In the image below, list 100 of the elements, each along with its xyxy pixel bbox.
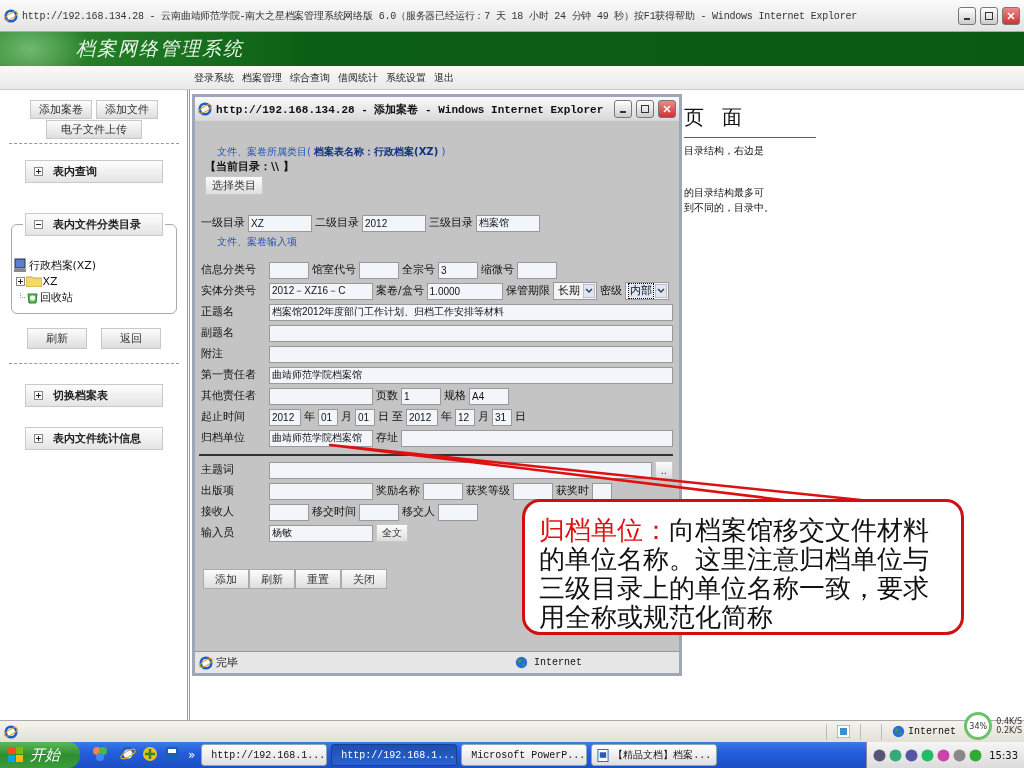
input-field[interactable]: 杨敏: [269, 524, 373, 542]
close-button[interactable]: [1002, 6, 1020, 25]
nav-link[interactable]: 综合查询: [290, 70, 330, 85]
field-label: 日: [515, 410, 526, 424]
tray-icon[interactable]: [889, 748, 903, 762]
status-text: 完毕: [216, 655, 238, 670]
form-button[interactable]: 重置: [295, 569, 341, 589]
tray-icon[interactable]: [905, 748, 919, 762]
taskbar-button[interactable]: Microsoft PowerP...: [461, 744, 588, 766]
nav-link[interactable]: 档案管理: [242, 70, 282, 85]
input-field[interactable]: 档案馆: [476, 214, 540, 232]
input-field[interactable]: 01: [355, 408, 375, 426]
form-button[interactable]: 关闭: [341, 569, 387, 589]
input-field[interactable]: [269, 503, 309, 521]
window-title: http://192.168.134.28 - 云南曲靖师范学院-南大之星档案管理系统网络版 6.0（服务器已经运行：7 天 18 小时 24 分钟 49 秒）按F1获得帮助 - Windows Internet Explorer: [22, 9, 859, 23]
tray-icon[interactable]: [937, 748, 951, 762]
close-icon: [1007, 11, 1015, 20]
tree-item[interactable]: XZ: [42, 274, 58, 288]
tree-button[interactable]: 返回: [100, 328, 161, 349]
quick-launch-icon[interactable]: [142, 746, 160, 764]
tree-item[interactable]: 回收站: [39, 289, 73, 305]
add-button[interactable]: 添加案卷: [29, 100, 92, 119]
globe-icon: [515, 656, 528, 669]
more-button[interactable]: »: [186, 748, 198, 762]
input-field[interactable]: [269, 261, 309, 279]
select-field[interactable]: 内部: [624, 282, 669, 300]
input-field[interactable]: 1.0000: [426, 282, 503, 300]
field-label: 保管期限: [505, 284, 550, 298]
input-field[interactable]: 档案馆2012年度部门工作计划、归档工作安排等材料: [269, 303, 673, 321]
field-label: 副题名: [201, 326, 235, 340]
input-field[interactable]: 2012: [269, 408, 301, 426]
input-field[interactable]: XZ: [248, 214, 312, 232]
input-field[interactable]: [513, 482, 553, 500]
input-field[interactable]: [359, 503, 399, 521]
field-label: 一级目录: [201, 216, 245, 230]
section-toggle[interactable]: 切换档案表: [24, 384, 163, 407]
field-label: 缩微号: [481, 263, 514, 277]
select-field[interactable]: 长期: [552, 282, 597, 300]
input-field[interactable]: 2012: [362, 214, 426, 232]
quick-launch-icon[interactable]: [120, 746, 138, 764]
taskbar-button[interactable]: 【精品文档】档案...: [591, 744, 718, 766]
tree-button[interactable]: 刷新: [26, 328, 87, 349]
cpu-meter: 34%: [964, 712, 993, 740]
browse-button[interactable]: ..: [654, 461, 673, 479]
field-label: 年: [441, 410, 452, 424]
tree-item[interactable]: 行政档案(XZ): [28, 257, 97, 273]
input-field[interactable]: 2012－XZ16－C: [269, 282, 373, 300]
input-field[interactable]: [592, 482, 612, 500]
taskbar-button[interactable]: http://192.168.1...: [201, 744, 328, 766]
input-field[interactable]: [401, 429, 673, 447]
choose-category-button[interactable]: 选择类目: [205, 176, 263, 195]
form-button[interactable]: 刷新: [249, 569, 295, 589]
field-label: 输入员: [201, 526, 235, 540]
input-field[interactable]: 12: [455, 408, 475, 426]
close-button[interactable]: [658, 100, 676, 118]
input-field[interactable]: 31: [492, 408, 512, 426]
dropdown-arrow-icon: [654, 284, 667, 298]
maximize-button[interactable]: [980, 6, 998, 25]
input-field[interactable]: [269, 482, 373, 500]
field-label: 奖励名称: [376, 484, 420, 498]
nav-link[interactable]: 借阅统计: [338, 70, 378, 85]
upload-button[interactable]: 电子文件上传: [45, 120, 142, 139]
maximize-icon: [641, 105, 649, 113]
input-field[interactable]: 2012: [406, 408, 438, 426]
start-button[interactable]: 开始: [0, 742, 80, 768]
minimize-button[interactable]: [958, 6, 976, 25]
field-label: 馆室代号: [312, 263, 356, 277]
quick-launch-icon[interactable]: [92, 746, 110, 764]
input-field[interactable]: A4: [469, 387, 509, 405]
input-field[interactable]: 曲靖师范学院档案馆: [269, 366, 673, 384]
input-field[interactable]: 1: [401, 387, 441, 405]
browser-icon: [120, 746, 136, 762]
input-field[interactable]: [269, 345, 673, 363]
tray-icon[interactable]: [969, 748, 983, 762]
input-field[interactable]: 曲靖师范学院档案馆: [269, 429, 373, 447]
tray-icon[interactable]: [953, 748, 967, 762]
form-button[interactable]: 添加: [203, 569, 249, 589]
input-field[interactable]: [269, 324, 673, 342]
browse-button[interactable]: 全文: [376, 524, 408, 542]
section-toggle[interactable]: 表内查询: [24, 160, 163, 183]
input-field[interactable]: [359, 261, 399, 279]
input-field[interactable]: [269, 387, 373, 405]
input-field[interactable]: [423, 482, 463, 500]
input-field[interactable]: [438, 503, 478, 521]
field-label: 移交人: [402, 505, 435, 519]
taskbar-button[interactable]: http://192.168.1...: [331, 744, 458, 766]
current-directory: 【当前目录：\\ 】: [204, 159, 295, 174]
nav-link[interactable]: 系统设置: [386, 70, 426, 85]
nav-link[interactable]: 退出: [434, 70, 454, 85]
input-field[interactable]: 3: [438, 261, 478, 279]
nav-link[interactable]: 登录系统: [194, 70, 234, 85]
input-field[interactable]: 01: [318, 408, 338, 426]
add-button[interactable]: 添加文件: [95, 100, 158, 119]
maximize-button[interactable]: [636, 100, 654, 118]
tray-icon[interactable]: [873, 748, 887, 762]
minimize-button[interactable]: [614, 100, 632, 118]
input-field[interactable]: [517, 261, 557, 279]
section-toggle[interactable]: 表内文件分类目录: [24, 213, 163, 236]
page-heading: 页 面: [684, 104, 816, 138]
section-toggle[interactable]: 表内文件统计信息: [24, 427, 163, 450]
